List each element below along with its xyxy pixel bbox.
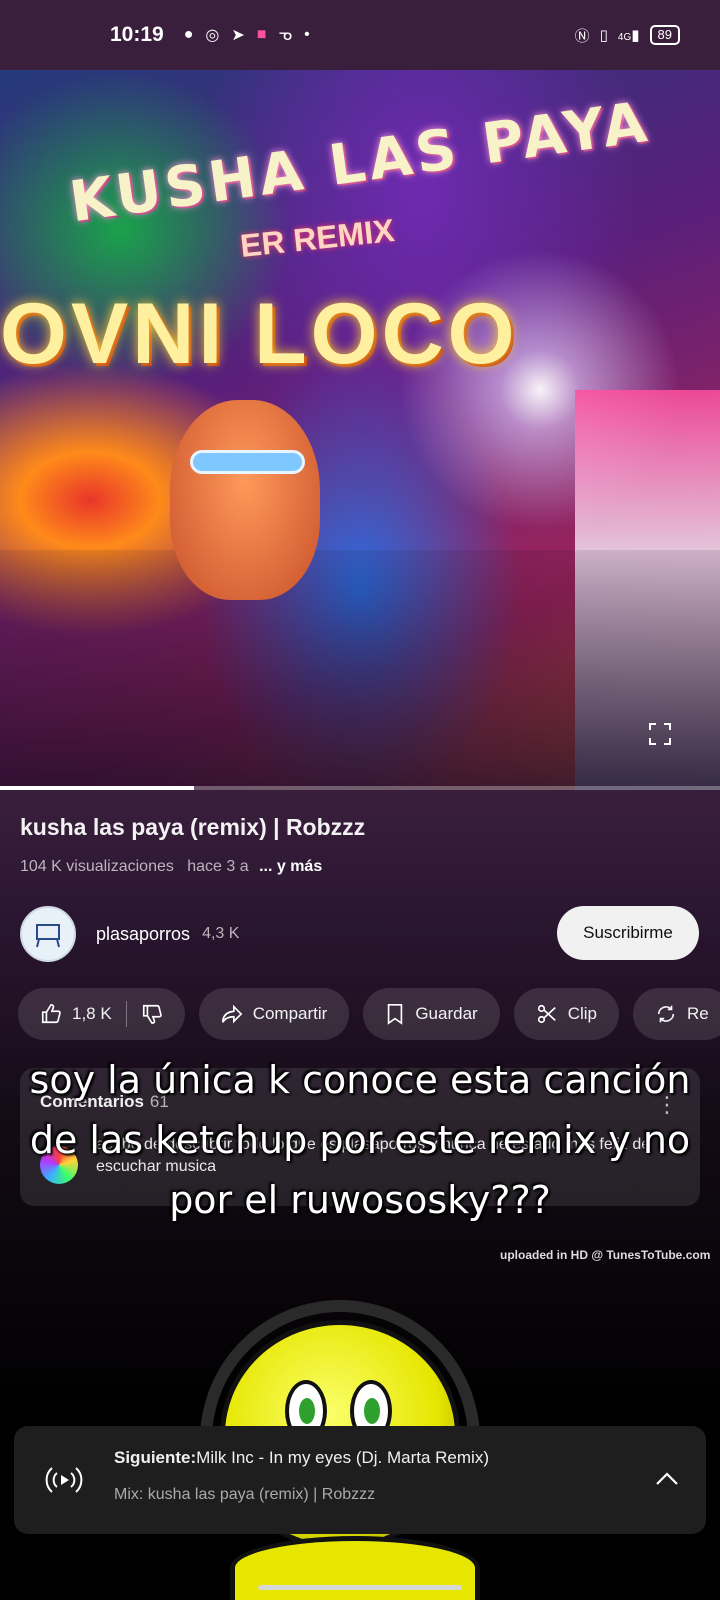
video-art-stage — [0, 550, 720, 790]
app-notification-icon: ■ — [256, 26, 267, 43]
notification-icons: ● ◎ ➤ ■ ᓀ • — [184, 25, 310, 45]
nfc-icon: Ⓝ — [574, 27, 590, 45]
subscriber-count: 4,3 K — [202, 925, 240, 942]
bookmark-icon — [388, 1004, 403, 1025]
vibrate-icon: ▯ — [599, 27, 608, 44]
upload-age: hace 3 a — [187, 858, 249, 875]
up-next-bar[interactable]: Siguiente:Milk Inc - In my eyes (Dj. Mar… — [14, 1426, 706, 1534]
chevron-up-icon[interactable] — [654, 1466, 680, 1492]
video-art-face — [170, 400, 320, 600]
like-divider — [125, 1001, 127, 1027]
more-notifications-icon: • — [304, 26, 310, 43]
broadcast-icon — [45, 1467, 83, 1493]
up-next-title: Siguiente:Milk Inc - In my eyes (Dj. Mar… — [114, 1448, 489, 1468]
clip-button[interactable]: Clip — [513, 988, 619, 1040]
clip-label: Clip — [567, 1004, 597, 1023]
scissors-icon — [537, 1004, 556, 1024]
video-player[interactable]: KUSHA LAS PAYA ER REMIX OVNI LOCO — [0, 70, 720, 790]
signal-icon: ᓀ — [278, 27, 293, 44]
gesture-nav-bar[interactable] — [258, 1585, 462, 1590]
share-icon — [221, 1004, 243, 1024]
overlay-caption: soy la única k conoce esta canción de la… — [29, 1058, 691, 1222]
cellular-signal-icon: 4G▮ — [617, 27, 640, 44]
remix-button[interactable]: Re — [633, 988, 720, 1040]
mascot-body — [230, 1536, 480, 1600]
like-count[interactable]: 1,8 K — [72, 1004, 112, 1024]
remix-icon — [657, 1005, 675, 1023]
thumbs-up-icon[interactable] — [40, 1003, 62, 1025]
share-label: Compartir — [252, 1004, 328, 1023]
status-bar: 10:19 ● ◎ ➤ ■ ᓀ • Ⓝ ▯ 4G▮ 89 — [0, 0, 720, 70]
chat-bubble-icon: ● — [183, 26, 194, 43]
channel-avatar[interactable] — [20, 906, 76, 962]
up-next-track: Milk Inc - In my eyes (Dj. Marta Remix) — [196, 1448, 489, 1467]
save-button[interactable]: Guardar — [363, 988, 500, 1040]
channel-avatar-icon — [36, 924, 60, 948]
battery-icon: 89 — [649, 25, 680, 45]
fullscreen-icon[interactable] — [648, 722, 672, 746]
video-art-glasses — [190, 450, 305, 474]
telegram-icon: ➤ — [231, 27, 245, 44]
network-type: 4G — [617, 32, 632, 43]
video-meta[interactable]: 104 K visualizaciones hace 3 a ... y más — [20, 858, 322, 876]
thumbs-down-icon[interactable] — [141, 1003, 163, 1025]
clock: 10:19 — [110, 23, 164, 46]
action-bar: 1,8 K Compartir Guardar Clip Re — [18, 988, 720, 1040]
channel-name[interactable]: plasaporros — [96, 924, 190, 945]
system-icons: Ⓝ ▯ 4G▮ 89 — [575, 25, 680, 46]
subscribe-button[interactable]: Suscribirme — [557, 906, 699, 960]
battery-level: 89 — [657, 27, 672, 42]
save-label: Guardar — [415, 1004, 478, 1023]
video-art-subtitle: ER REMIX — [238, 212, 397, 264]
more-description-link[interactable]: ... y más — [259, 858, 322, 875]
like-dislike-group: 1,8 K — [18, 988, 185, 1040]
video-title[interactable]: kusha las paya (remix) | Robzzz — [20, 814, 365, 841]
up-next-mix: Mix: kusha las paya (remix) | Robzzz — [114, 1486, 376, 1503]
remix-label: Re — [687, 1004, 709, 1023]
up-next-prefix: Siguiente: — [114, 1448, 197, 1467]
watermark-text: uploaded in HD @ TunesToTube.com — [500, 1248, 711, 1262]
whatsapp-icon: ◎ — [205, 27, 220, 44]
view-count: 104 K visualizaciones — [20, 858, 174, 875]
share-button[interactable]: Compartir — [198, 988, 350, 1040]
video-art-logo: OVNI LOCO — [0, 286, 519, 382]
